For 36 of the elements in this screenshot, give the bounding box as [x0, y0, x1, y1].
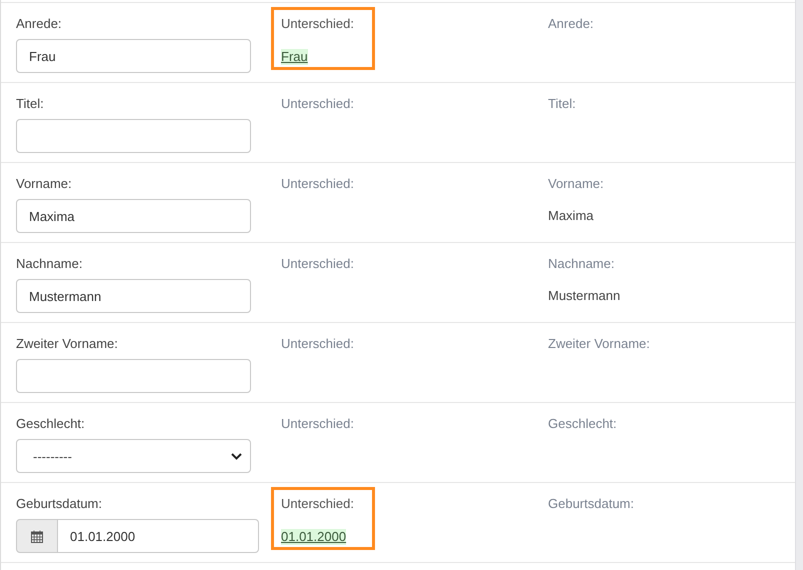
- comparison-label: Vorname:: [548, 176, 605, 192]
- comparison-label: Nachname:: [548, 256, 616, 272]
- field-label: Anrede:: [16, 16, 63, 32]
- text-input[interactable]: [16, 119, 251, 153]
- difference-value: 01.01.2000: [281, 529, 346, 545]
- calendar-icon: [31, 530, 43, 542]
- text-input[interactable]: Mustermann: [16, 279, 251, 313]
- comparison-label: Geschlecht:: [548, 416, 618, 432]
- select-field[interactable]: ---------: [16, 439, 251, 473]
- text-input[interactable]: [16, 359, 251, 393]
- field-label: Vorname:: [16, 176, 73, 192]
- comparison-label: Zweiter Vorname:: [548, 336, 651, 352]
- difference-label: Unterschied:: [281, 256, 354, 272]
- text-input[interactable]: Maxima: [16, 199, 251, 233]
- comparison-value: Maxima: [548, 207, 595, 225]
- text-input[interactable]: Frau: [16, 39, 251, 73]
- comparison-label: Geburtsdatum:: [548, 496, 635, 512]
- calendar-button[interactable]: [16, 519, 58, 553]
- difference-label: Unterschied:: [281, 416, 354, 432]
- field-label: Geschlecht:: [16, 416, 86, 432]
- comparison-label: Titel:: [548, 96, 577, 112]
- field-label: Geburtsdatum:: [16, 496, 103, 512]
- difference-label: Unterschied:: [281, 336, 354, 352]
- difference-label: Unterschied:: [281, 16, 354, 32]
- scrollbar-track[interactable]: [795, 0, 803, 570]
- chevron-down-icon: [231, 452, 242, 460]
- difference-value: Frau: [281, 49, 308, 65]
- date-input[interactable]: 01.01.2000: [58, 519, 259, 553]
- field-label: Titel:: [16, 96, 45, 112]
- difference-label: Unterschied:: [281, 496, 354, 512]
- field-label: Zweiter Vorname:: [16, 336, 119, 352]
- difference-label: Unterschied:: [281, 96, 354, 112]
- comparison-label: Anrede:: [548, 16, 595, 32]
- comparison-value: Mustermann: [548, 287, 622, 305]
- difference-label: Unterschied:: [281, 176, 354, 192]
- field-label: Nachname:: [16, 256, 84, 272]
